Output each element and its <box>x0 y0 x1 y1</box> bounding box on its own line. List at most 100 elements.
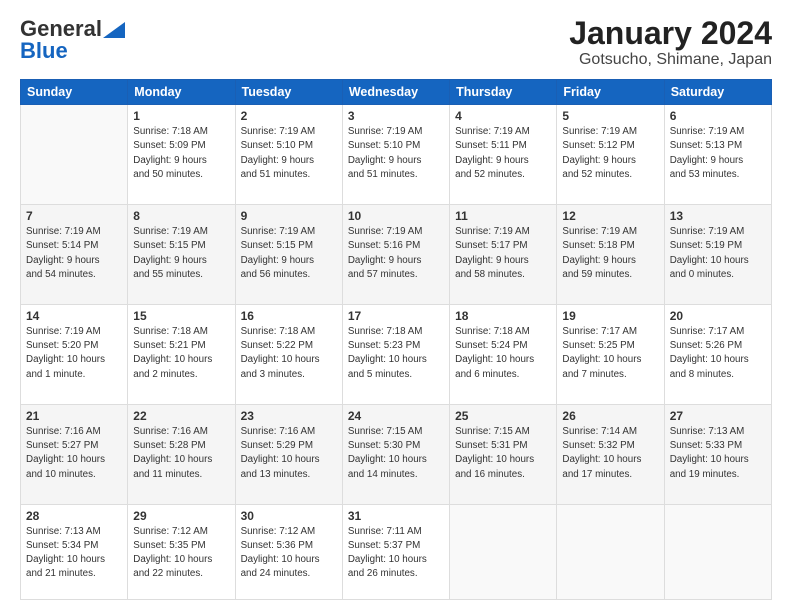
day-info: Sunrise: 7:19 AMSunset: 5:17 PMDaylight:… <box>455 225 551 282</box>
day-number: 8 <box>133 209 229 223</box>
day-info: Sunrise: 7:18 AMSunset: 5:24 PMDaylight:… <box>455 325 551 382</box>
day-number: 12 <box>562 209 658 223</box>
calendar-cell: 8Sunrise: 7:19 AMSunset: 5:15 PMDaylight… <box>128 205 235 305</box>
day-info: Sunrise: 7:19 AMSunset: 5:12 PMDaylight:… <box>562 125 658 182</box>
day-number: 10 <box>348 209 444 223</box>
calendar-cell: 1 Sunrise: 7:18 AMSunset: 5:09 PMDaylight… <box>128 105 235 205</box>
calendar-cell: 7Sunrise: 7:19 AMSunset: 5:14 PMDaylight… <box>21 205 128 305</box>
day-info: Sunrise: 7:19 AMSunset: 5:18 PMDaylight:… <box>562 225 658 282</box>
calendar-header-saturday: Saturday <box>664 80 771 105</box>
day-number: 21 <box>26 409 122 423</box>
day-number: 24 <box>348 409 444 423</box>
day-number: 14 <box>26 309 122 323</box>
calendar-cell: 22 Sunrise: 7:16 AMSunset: 5:28 PMDayligh… <box>128 404 235 504</box>
day-number: 5 <box>562 109 658 123</box>
day-number: 27 <box>670 409 766 423</box>
day-number: 29 <box>133 509 229 523</box>
calendar-cell: 30 Sunrise: 7:12 AMSunset: 5:36 PMDayligh… <box>235 504 342 599</box>
calendar-cell <box>21 105 128 205</box>
day-number: 3 <box>348 109 444 123</box>
day-info: Sunrise: 7:19 AMSunset: 5:15 PMDaylight:… <box>241 225 337 282</box>
calendar-body: 1 Sunrise: 7:18 AMSunset: 5:09 PMDaylight… <box>21 105 772 600</box>
day-number: 17 <box>348 309 444 323</box>
day-info: Sunrise: 7:18 AMSunset: 5:22 PMDaylight:… <box>241 325 337 382</box>
day-info: Sunrise: 7:12 AMSunset: 5:36 PMDaylight:… <box>241 525 337 582</box>
calendar-header-friday: Friday <box>557 80 664 105</box>
day-info: Sunrise: 7:17 AMSunset: 5:25 PMDaylight:… <box>562 325 658 382</box>
day-info: Sunrise: 7:18 AMSunset: 5:09 PMDaylight:… <box>133 125 229 182</box>
day-info: Sunrise: 7:13 AMSunset: 5:33 PMDaylight:… <box>670 425 766 482</box>
calendar-week-4: 21 Sunrise: 7:16 AMSunset: 5:27 PMDayligh… <box>21 404 772 504</box>
calendar-cell: 29 Sunrise: 7:12 AMSunset: 5:35 PMDayligh… <box>128 504 235 599</box>
calendar-cell: 16 Sunrise: 7:18 AMSunset: 5:22 PMDayligh… <box>235 305 342 405</box>
calendar: SundayMondayTuesdayWednesdayThursdayFrid… <box>20 79 772 600</box>
calendar-cell: 2 Sunrise: 7:19 AMSunset: 5:10 PMDaylight… <box>235 105 342 205</box>
day-info: Sunrise: 7:18 AMSunset: 5:23 PMDaylight:… <box>348 325 444 382</box>
calendar-cell: 9 Sunrise: 7:19 AMSunset: 5:15 PMDaylight… <box>235 205 342 305</box>
calendar-cell: 3 Sunrise: 7:19 AMSunset: 5:10 PMDaylight… <box>342 105 449 205</box>
calendar-cell: 31Sunrise: 7:11 AMSunset: 5:37 PMDayligh… <box>342 504 449 599</box>
calendar-cell: 15Sunrise: 7:18 AMSunset: 5:21 PMDayligh… <box>128 305 235 405</box>
calendar-cell: 20 Sunrise: 7:17 AMSunset: 5:26 PMDayligh… <box>664 305 771 405</box>
day-info: Sunrise: 7:19 AMSunset: 5:11 PMDaylight:… <box>455 125 551 182</box>
calendar-cell: 10Sunrise: 7:19 AMSunset: 5:16 PMDayligh… <box>342 205 449 305</box>
calendar-week-3: 14 Sunrise: 7:19 AMSunset: 5:20 PMDayligh… <box>21 305 772 405</box>
calendar-cell <box>664 504 771 599</box>
calendar-header-row: SundayMondayTuesdayWednesdayThursdayFrid… <box>21 80 772 105</box>
day-number: 22 <box>133 409 229 423</box>
day-number: 19 <box>562 309 658 323</box>
day-number: 6 <box>670 109 766 123</box>
day-number: 20 <box>670 309 766 323</box>
logo-blue: Blue <box>20 38 68 64</box>
calendar-header-thursday: Thursday <box>450 80 557 105</box>
day-number: 2 <box>241 109 337 123</box>
calendar-cell: 23Sunrise: 7:16 AMSunset: 5:29 PMDayligh… <box>235 404 342 504</box>
calendar-cell: 14 Sunrise: 7:19 AMSunset: 5:20 PMDayligh… <box>21 305 128 405</box>
logo-icon <box>103 22 125 38</box>
day-info: Sunrise: 7:12 AMSunset: 5:35 PMDaylight:… <box>133 525 229 582</box>
calendar-cell: 11Sunrise: 7:19 AMSunset: 5:17 PMDayligh… <box>450 205 557 305</box>
calendar-week-5: 28 Sunrise: 7:13 AMSunset: 5:34 PMDayligh… <box>21 504 772 599</box>
calendar-cell: 25Sunrise: 7:15 AMSunset: 5:31 PMDayligh… <box>450 404 557 504</box>
calendar-header-monday: Monday <box>128 80 235 105</box>
page-subtitle: Gotsucho, Shimane, Japan <box>569 51 772 69</box>
calendar-cell: 17 Sunrise: 7:18 AMSunset: 5:23 PMDayligh… <box>342 305 449 405</box>
calendar-cell <box>557 504 664 599</box>
day-number: 25 <box>455 409 551 423</box>
day-info: Sunrise: 7:13 AMSunset: 5:34 PMDaylight:… <box>26 525 122 582</box>
calendar-cell: 12 Sunrise: 7:19 AMSunset: 5:18 PMDayligh… <box>557 205 664 305</box>
header: General Blue January 2024 Gotsucho, Shim… <box>20 16 772 69</box>
day-info: Sunrise: 7:19 AMSunset: 5:20 PMDaylight:… <box>26 325 122 382</box>
calendar-cell: 27 Sunrise: 7:13 AMSunset: 5:33 PMDayligh… <box>664 404 771 504</box>
calendar-header-sunday: Sunday <box>21 80 128 105</box>
day-number: 28 <box>26 509 122 523</box>
day-info: Sunrise: 7:19 AMSunset: 5:10 PMDaylight:… <box>348 125 444 182</box>
day-info: Sunrise: 7:18 AMSunset: 5:21 PMDaylight:… <box>133 325 229 382</box>
day-info: Sunrise: 7:17 AMSunset: 5:26 PMDaylight:… <box>670 325 766 382</box>
calendar-week-2: 7Sunrise: 7:19 AMSunset: 5:14 PMDaylight… <box>21 205 772 305</box>
calendar-cell: 5 Sunrise: 7:19 AMSunset: 5:12 PMDaylight… <box>557 105 664 205</box>
day-info: Sunrise: 7:19 AMSunset: 5:19 PMDaylight:… <box>670 225 766 282</box>
day-number: 30 <box>241 509 337 523</box>
day-info: Sunrise: 7:16 AMSunset: 5:28 PMDaylight:… <box>133 425 229 482</box>
calendar-week-1: 1 Sunrise: 7:18 AMSunset: 5:09 PMDaylight… <box>21 105 772 205</box>
calendar-header-wednesday: Wednesday <box>342 80 449 105</box>
day-number: 1 <box>133 109 229 123</box>
day-number: 13 <box>670 209 766 223</box>
day-number: 4 <box>455 109 551 123</box>
calendar-cell: 6 Sunrise: 7:19 AMSunset: 5:13 PMDaylight… <box>664 105 771 205</box>
calendar-cell: 18 Sunrise: 7:18 AMSunset: 5:24 PMDayligh… <box>450 305 557 405</box>
day-number: 9 <box>241 209 337 223</box>
day-number: 16 <box>241 309 337 323</box>
calendar-cell <box>450 504 557 599</box>
day-number: 18 <box>455 309 551 323</box>
day-info: Sunrise: 7:16 AMSunset: 5:27 PMDaylight:… <box>26 425 122 482</box>
day-number: 31 <box>348 509 444 523</box>
day-info: Sunrise: 7:19 AMSunset: 5:13 PMDaylight:… <box>670 125 766 182</box>
day-info: Sunrise: 7:15 AMSunset: 5:30 PMDaylight:… <box>348 425 444 482</box>
calendar-cell: 21 Sunrise: 7:16 AMSunset: 5:27 PMDayligh… <box>21 404 128 504</box>
calendar-cell: 26Sunrise: 7:14 AMSunset: 5:32 PMDayligh… <box>557 404 664 504</box>
calendar-cell: 24 Sunrise: 7:15 AMSunset: 5:30 PMDayligh… <box>342 404 449 504</box>
title-area: January 2024 Gotsucho, Shimane, Japan <box>569 16 772 69</box>
day-info: Sunrise: 7:19 AMSunset: 5:10 PMDaylight:… <box>241 125 337 182</box>
